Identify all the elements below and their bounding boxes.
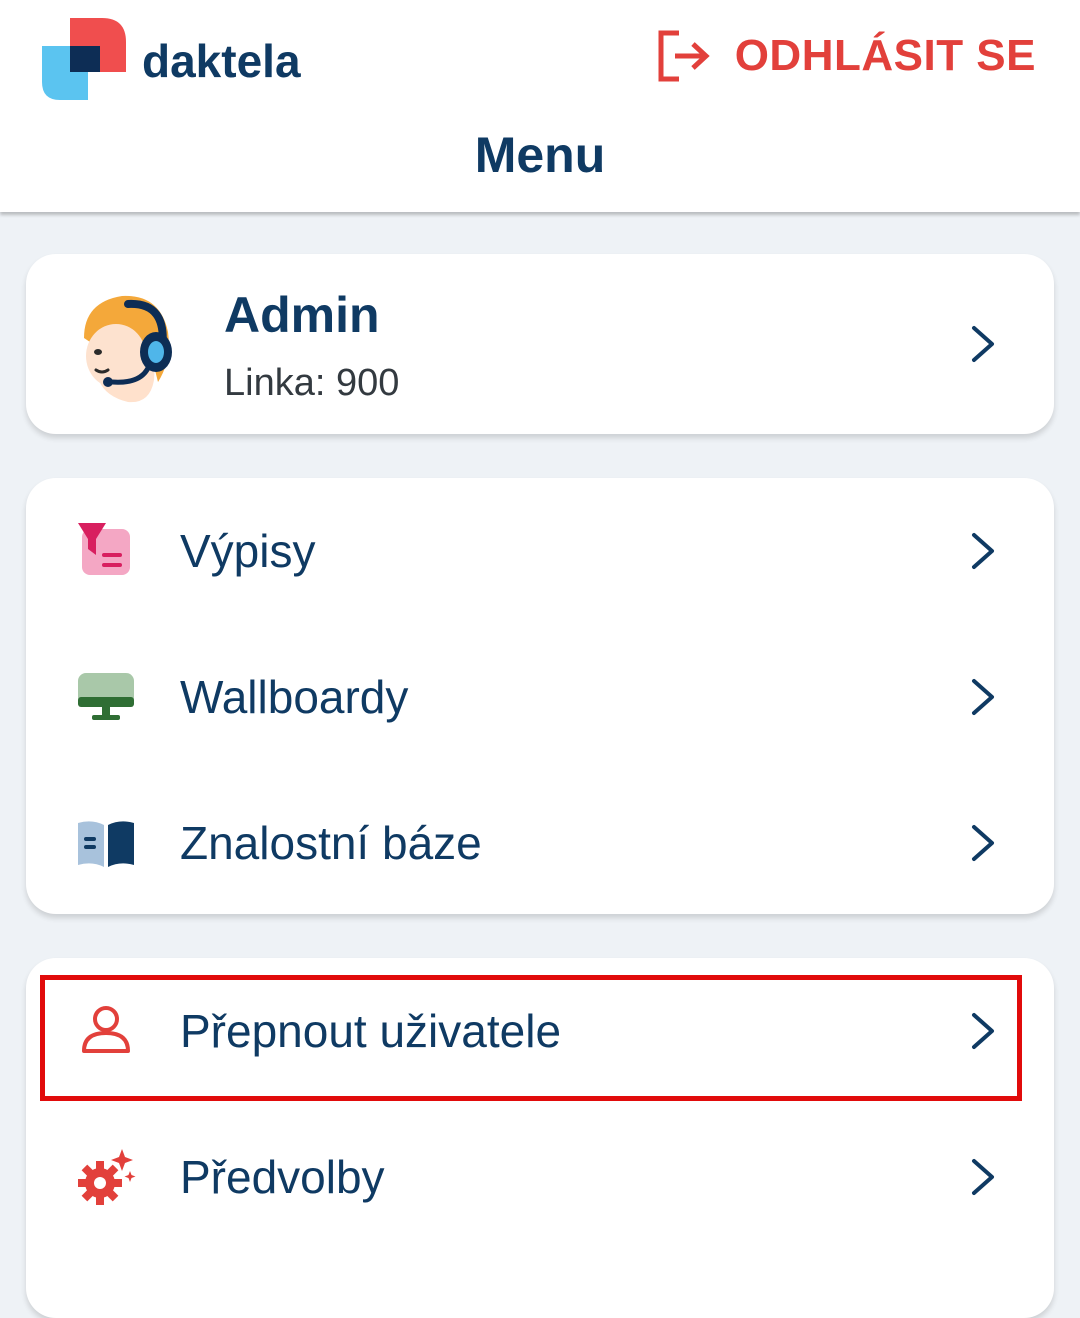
profile-line-number: Linka: 900 xyxy=(224,362,400,404)
chevron-right-icon xyxy=(972,679,994,715)
daktela-logo: daktela xyxy=(40,14,340,104)
logout-label: ODHLÁSIT SE xyxy=(734,31,1036,80)
monitor-icon xyxy=(78,673,134,720)
menu-item-label: Wallboardy xyxy=(180,671,409,723)
user-icon xyxy=(82,1006,130,1053)
daktela-logo-icon xyxy=(42,18,126,100)
app-header: daktela ODHLÁSIT SE Menu xyxy=(0,0,1080,212)
menu-item-wallboardy[interactable]: Wallboardy xyxy=(26,624,1054,770)
chevron-right-icon xyxy=(972,825,994,861)
menu-item-znalostni-baze[interactable]: Znalostní báze xyxy=(26,770,1054,916)
settings-card: Přepnout uživatele Předvolby xyxy=(26,958,1054,1318)
chevron-right-icon xyxy=(972,326,994,362)
page-title: Menu xyxy=(474,127,606,183)
logo-text: daktela xyxy=(142,35,301,87)
menu-item-predvolby[interactable]: Předvolby xyxy=(26,1104,1054,1250)
menu-item-vypisy[interactable]: Výpisy xyxy=(26,478,1054,624)
logout-button[interactable]: ODHLÁSIT SE xyxy=(655,24,1036,88)
chevron-right-icon xyxy=(972,1013,994,1049)
profile-row[interactable]: Admin Linka: 900 xyxy=(26,254,1054,434)
menu-item-label: Přepnout uživatele xyxy=(180,1005,562,1057)
menu-item-label: Předvolby xyxy=(180,1151,385,1203)
menu-item-label: Znalostní báze xyxy=(180,817,482,869)
book-icon xyxy=(78,821,134,867)
profile-card: Admin Linka: 900 xyxy=(26,254,1054,434)
agent-avatar xyxy=(84,295,172,403)
logout-icon xyxy=(658,30,710,82)
chevron-right-icon xyxy=(972,533,994,569)
filter-list-icon xyxy=(78,523,130,575)
profile-name: Admin xyxy=(224,287,380,343)
gear-sparkle-icon xyxy=(78,1149,136,1205)
chevron-right-icon xyxy=(972,1159,994,1195)
menu-item-label: Výpisy xyxy=(180,525,316,577)
tools-card: Výpisy Wallboardy Znalostní báze xyxy=(26,478,1054,914)
menu-item-prepnout-uzivatele[interactable]: Přepnout uživatele xyxy=(26,958,1054,1104)
